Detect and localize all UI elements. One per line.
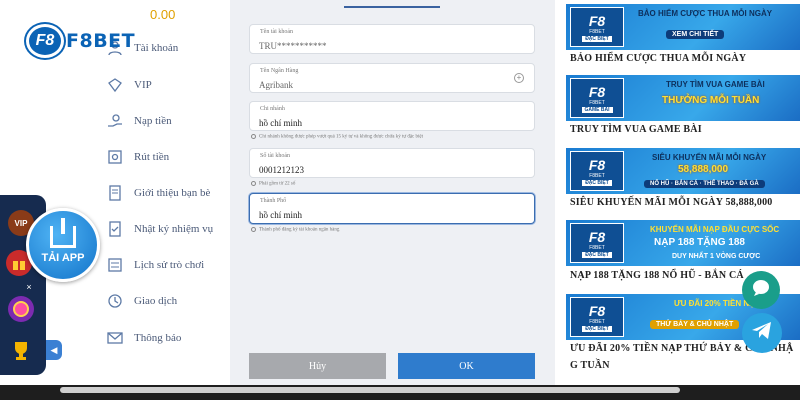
branch-hint: Chi nhánh không được phép vượt quá 15 ký… [251, 134, 423, 140]
promo-head: SIÊU KHUYẾN MÃI MỖI NGÀY [652, 153, 767, 162]
field-label: Thành Phố [260, 198, 287, 204]
promo-banner-insurance[interactable]: F8 F8BET ĐẶC BIỆT BẢO HIỂM CƯỢC THUA MỖI N… [566, 4, 800, 50]
task-log-icon [106, 220, 124, 238]
promo-caption-continued: G TUẦN [570, 360, 610, 371]
promo-highlight: THƯỞNG MỖI TUẦN [662, 95, 760, 106]
info-icon [251, 134, 256, 139]
city-hint: Thành phố đăng ký tài khoản ngân hàng [251, 227, 339, 233]
bank-name-value: Agribank [259, 80, 293, 90]
sidebar-item-game-history[interactable]: Lịch sử trò chơi [106, 253, 204, 277]
promo-head: TRUY TÌM VUA GAME BÀI [666, 80, 765, 89]
account-name-field[interactable]: Tên tài khoản TRU*********** [249, 24, 535, 54]
field-label: Chi nhánh [260, 106, 285, 112]
bank-name-select[interactable]: Tên Ngân Hàng Agribank + [249, 63, 535, 93]
logo-text: F8BET [66, 30, 136, 52]
promo-badge: F8 F8BET ĐẶC BIỆT [570, 151, 624, 191]
withdraw-icon [106, 148, 124, 166]
promo-badge: F8 F8BET ĐẶC BIỆT [570, 223, 624, 263]
sidebar-item-label: Giao dịch [134, 295, 178, 307]
promo-badge: F8 F8BET ĐẶC BIỆT [570, 7, 624, 47]
promo-sub: NỔ HŨ · BẮN CÁ · THỂ THAO · ĐÁ GÀ [644, 180, 765, 188]
promo-banner-card-king[interactable]: F8 F8BET GAME BÀI TRUY TÌM VUA GAME BÀI TH… [566, 75, 800, 121]
sidebar-item-label: Giới thiệu bạn bè [134, 187, 211, 199]
account-name-value: TRU*********** [259, 41, 327, 51]
promo-highlight: 58,888,000 [678, 164, 729, 175]
collapse-arrow-icon[interactable]: ◀ [46, 340, 62, 360]
telegram-button[interactable] [742, 313, 782, 353]
info-icon [251, 227, 256, 232]
telegram-icon [751, 321, 773, 346]
field-label: Tên tài khoản [260, 29, 293, 35]
ok-button[interactable]: OK [398, 353, 535, 379]
download-app-button[interactable]: TẢI APP [26, 208, 100, 282]
promo-highlight: NẠP 188 TẶNG 188 [654, 237, 745, 248]
brand-logo[interactable]: F8 F8BET [26, 22, 156, 60]
sidebar-item-transaction[interactable]: Giao dịch [106, 289, 177, 313]
horizontal-scrollbar[interactable] [60, 387, 680, 393]
sidebar-item-label: Thông báo [134, 332, 182, 344]
sidebar-item-refer-friend[interactable]: Giới thiệu bạn bè [106, 181, 210, 205]
sidebar-item-withdraw[interactable]: Rút tiền [106, 145, 169, 169]
download-icon [50, 218, 76, 248]
download-app-label: TẢI APP [41, 252, 85, 264]
close-icon[interactable]: × [24, 282, 34, 292]
lucky-wheel-icon[interactable] [8, 296, 34, 322]
promo-banner-first-deposit[interactable]: F8 F8BET ĐẶC BIỆT KHUYẾN MÃI NẠP ĐẦU CỰC S… [566, 220, 800, 266]
account-number-input[interactable]: Số tài khoản 0001212123 [249, 148, 535, 178]
sidebar-item-vip[interactable]: VIP [106, 73, 152, 97]
dropdown-icon[interactable]: + [514, 73, 524, 83]
promo-caption[interactable]: NẠP 188 TẶNG 188 NỔ HŨ - BẮN CÁ [570, 270, 744, 281]
city-input[interactable]: Thành Phố hồ chí minh [249, 193, 535, 224]
deposit-icon [106, 112, 124, 130]
promo-head: BẢO HIỂM CƯỢC THUA MỖI NGÀY [638, 9, 773, 18]
promo-sub: DUY NHẤT 1 VÒNG CƯỢC [672, 253, 761, 260]
field-label: Tên Ngân Hàng [260, 68, 299, 74]
promo-head: KHUYẾN MÃI NẠP ĐẦU CỰC SỐC [650, 225, 780, 234]
game-history-icon [106, 256, 124, 274]
promo-badge: F8 F8BET ĐẶC BIỆT [570, 297, 624, 337]
field-label: Số tài khoản [260, 153, 290, 159]
chat-bubble-icon [751, 279, 771, 302]
account-balance: 0.00 [150, 7, 176, 22]
sidebar-item-label: Rút tiền [134, 151, 170, 163]
promo-caption[interactable]: TRUY TÌM VUA GAME BÀI [570, 124, 702, 135]
sidebar-item-label: Nạp tiền [134, 115, 172, 127]
sidebar-item-notification[interactable]: Thông báo [106, 326, 181, 350]
tab-indicator [344, 6, 440, 8]
vip-icon [106, 76, 124, 94]
sidebar-item-deposit[interactable]: Nạp tiền [106, 109, 172, 133]
promo-badge: F8 F8BET GAME BÀI [570, 78, 624, 118]
city-value: hồ chí minh [259, 210, 302, 220]
notification-icon [106, 329, 124, 347]
branch-value: hồ chí minh [259, 118, 302, 128]
logo-mark: F8 [26, 24, 64, 58]
promo-highlight: THỨ BẢY & CHỦ NHẬT [650, 320, 740, 329]
chat-button[interactable] [742, 271, 780, 309]
refer-friend-icon [106, 184, 124, 202]
cancel-button[interactable]: Hủy [249, 353, 386, 379]
trophy-icon[interactable] [8, 338, 34, 364]
sidebar-item-label: Nhật ký nhiệm vụ [134, 223, 214, 235]
promo-highlight: XEM CHI TIẾT [666, 30, 725, 39]
transaction-icon [106, 292, 124, 310]
sidebar-item-task-log[interactable]: Nhật ký nhiệm vụ [106, 217, 213, 241]
promo-caption[interactable]: SIÊU KHUYẾN MÃI MỖI NGÀY 58,888,000 [570, 197, 772, 208]
account-number-value: 0001212123 [259, 165, 304, 175]
promo-banner-daily[interactable]: F8 F8BET ĐẶC BIỆT SIÊU KHUYẾN MÃI MỖI NGÀY… [566, 148, 800, 194]
branch-input[interactable]: Chi nhánh hồ chí minh [249, 101, 535, 131]
sidebar-item-label: Lịch sử trò chơi [134, 259, 205, 271]
promo-caption[interactable]: BẢO HIỂM CƯỢC THUA MỖI NGÀY [570, 53, 746, 64]
sidebar-item-label: VIP [134, 79, 152, 91]
info-icon [251, 181, 256, 186]
account-number-hint: Phải gồm từ 22 số [251, 181, 295, 187]
